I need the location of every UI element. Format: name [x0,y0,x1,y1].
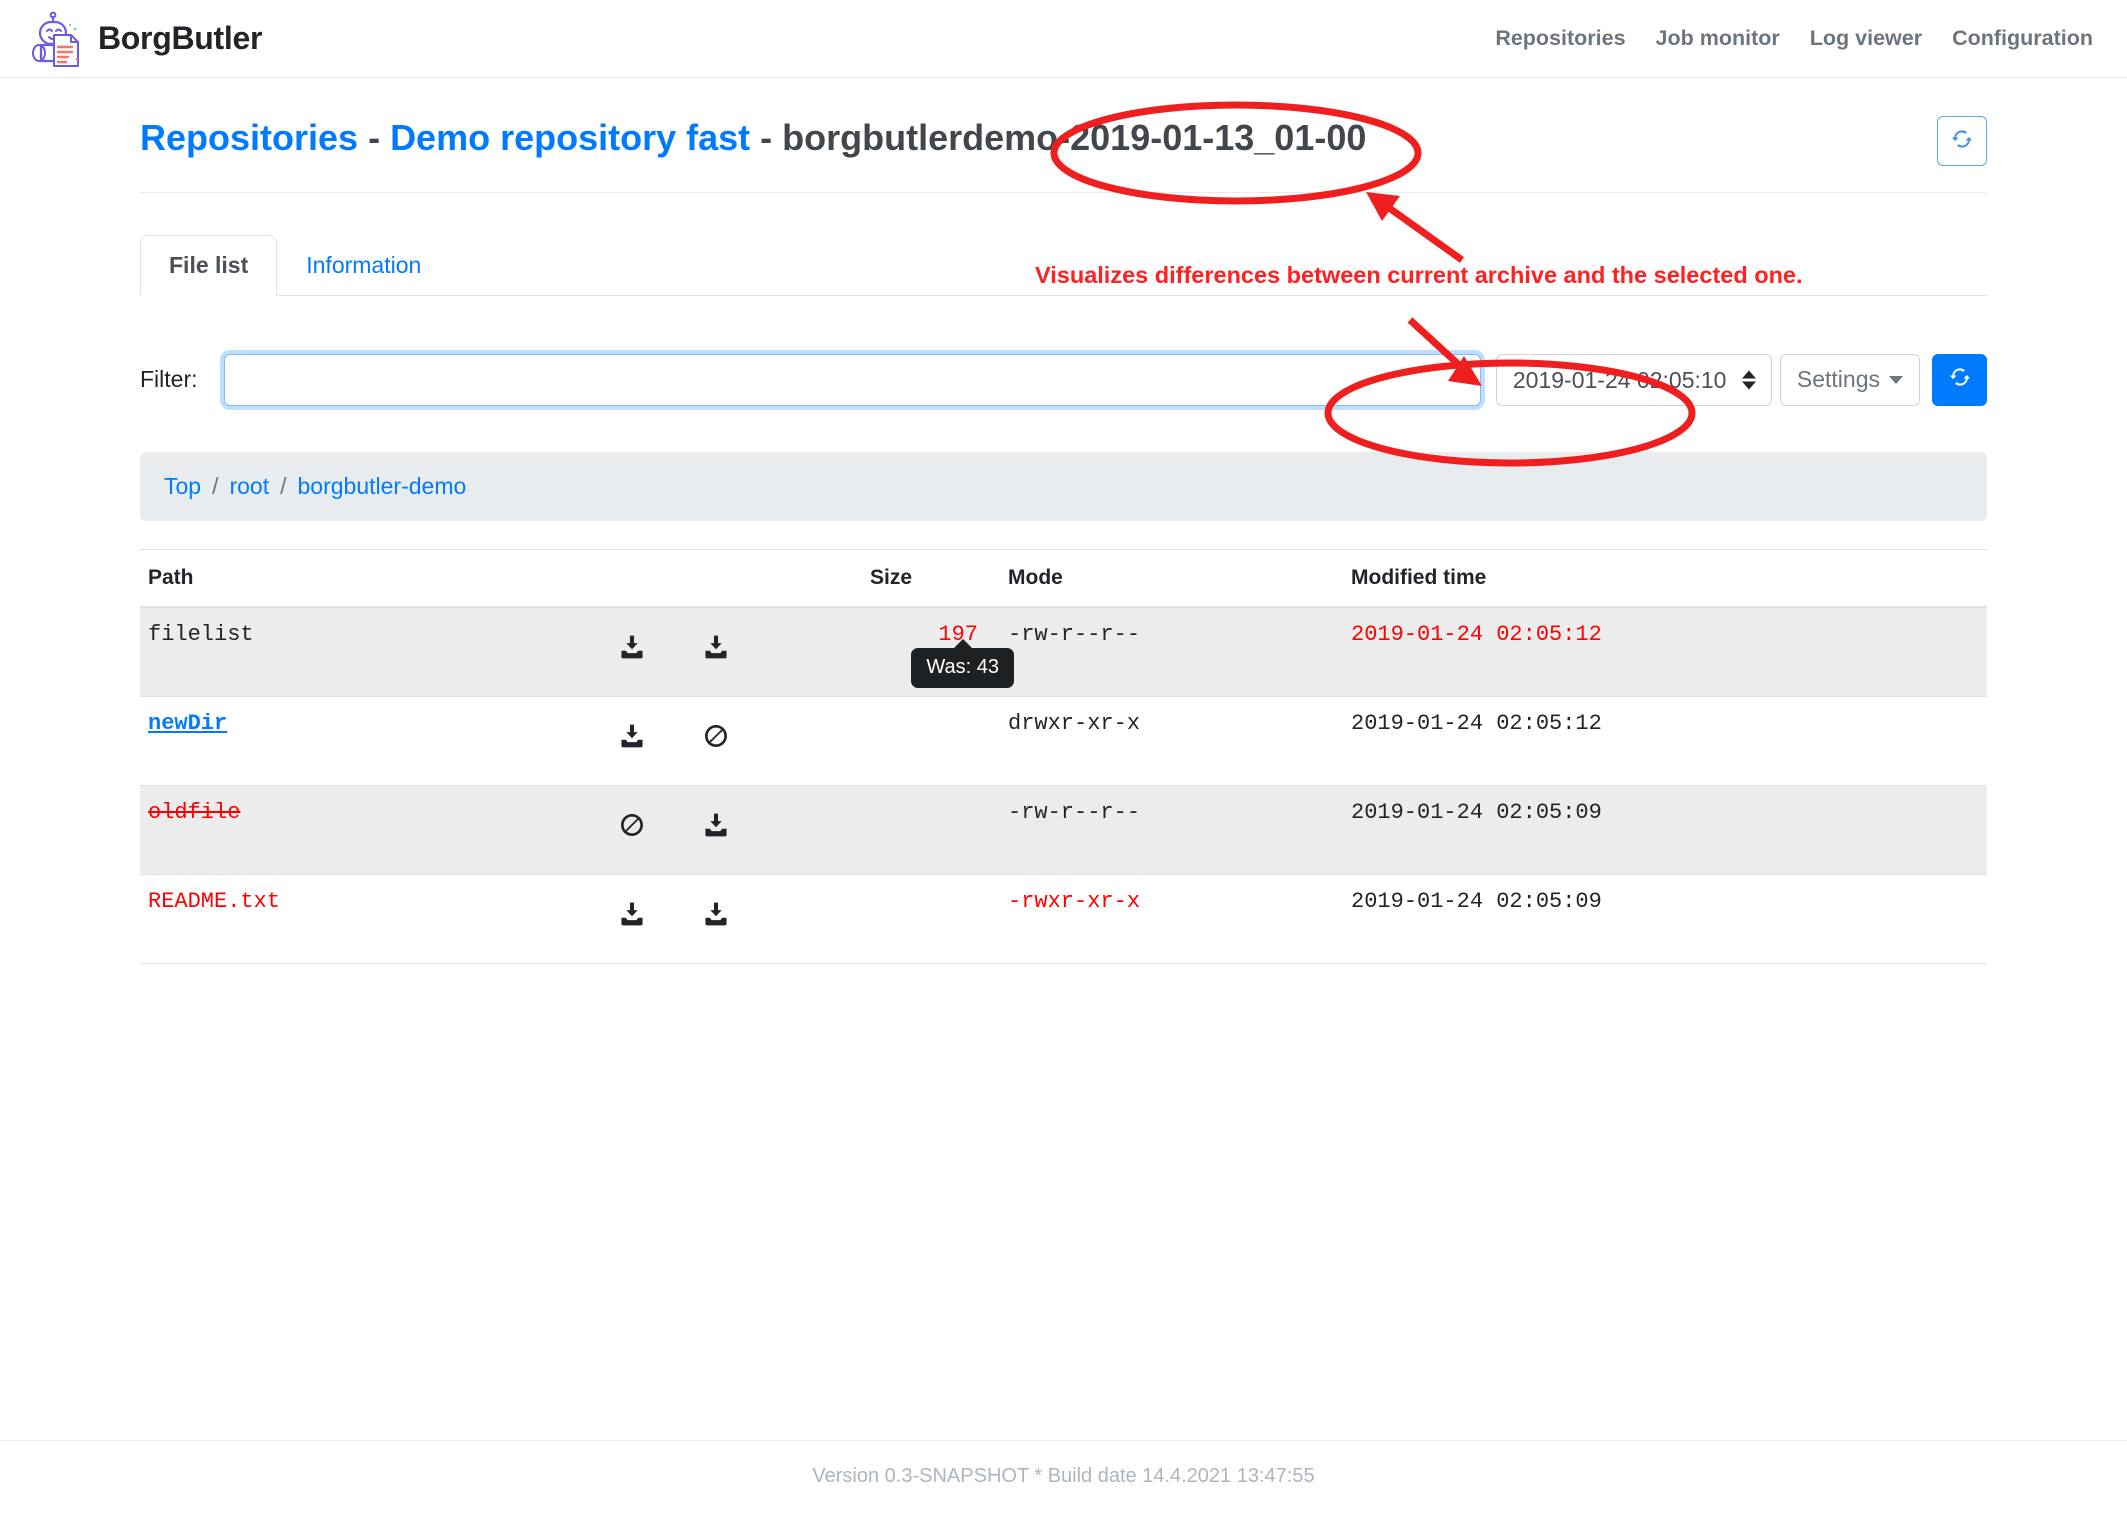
cell-path: README.txt [140,874,490,964]
breadcrumb-separator: / [212,472,219,499]
file-modified-time: 2019-01-24 02:05:12 [1351,710,1602,736]
cell-modified-time: 2019-01-24 02:05:12 [1343,696,1987,786]
nav-item-job-monitor[interactable]: Job monitor [1656,26,1780,51]
file-name: README.txt [148,888,281,914]
settings-dropdown-button[interactable]: Settings [1779,353,1920,406]
cell-modified-time: 2019-01-24 02:05:12 [1343,606,1987,697]
caret-down-icon [1889,375,1903,384]
settings-label: Settings [1796,366,1880,393]
ban-icon [619,812,645,838]
footer-version-text: Version 0.3-SNAPSHOT * Build date 14.4.2… [812,1465,1315,1487]
directory-link[interactable]: newDir [148,711,227,736]
nav-item-configuration[interactable]: Configuration [1952,26,2093,51]
page-footer: Version 0.3-SNAPSHOT * Build date 14.4.2… [0,1440,2127,1512]
ban-icon [703,723,729,749]
nav-item-repositories[interactable]: Repositories [1495,26,1625,51]
breadcrumb-link-repositories[interactable]: Repositories [140,117,358,158]
file-modified-time: 2019-01-24 02:05:09 [1351,799,1602,825]
tab-information[interactable]: Information [277,235,450,296]
cell-path: newDir [140,696,490,786]
cell-size [862,874,1000,964]
download-icon[interactable] [619,901,645,927]
table-row: newDir drwxr-xr-x 2019-01-24 02:05:12 [140,696,1987,786]
column-header-mode: Mode [1000,548,1343,608]
breadcrumb-separator: / [280,472,287,499]
file-mode: -rw-r--r-- [1008,621,1141,647]
breadcrumb-item-top[interactable]: Top [164,473,201,500]
column-header-size: Size [862,548,1000,608]
column-header-modified-time: Modified time [1343,548,1987,608]
filter-toolbar: Filter: 2019-01-24 02:05:10 Settings [140,353,1987,406]
cell-mode: drwxr-xr-x [1000,696,1343,786]
page-header: Repositories - Demo repository fast - bo… [140,78,1987,193]
download-icon[interactable] [703,812,729,838]
table-row: README.txt -rwxr-xr-x 2019-01-24 02:05:0… [140,874,1987,964]
arrow-up-head [1366,192,1400,221]
cell-size [862,785,1000,875]
download-icon[interactable] [619,634,645,660]
breadcrumb-link-repository[interactable]: Demo repository fast [390,117,750,158]
path-breadcrumb: Top / root / borgbutler-demo [140,451,1987,521]
table-header: Path Size Mode Modified time [140,548,1987,608]
brand[interactable]: BorgButler [30,11,262,67]
brand-name: BorgButler [98,20,263,56]
cell-actions [490,785,862,875]
nav-item-log-viewer[interactable]: Log viewer [1810,26,1922,51]
download-icon[interactable] [703,634,729,660]
file-name: filelist [148,621,254,647]
cell-size: 197 Was: 43 [862,606,1014,697]
cell-path: oldfile [140,785,490,875]
top-navbar: BorgButler Repositories Job monitor Log … [0,0,2127,78]
archive-select[interactable]: 2019-01-24 02:05:10 [1495,353,1772,406]
file-list-table: Path Size Mode Modified time filelist 19… [140,548,1987,964]
table-row: oldfile -rw-r--r-- 2019-01-24 02:05:09 [140,785,1987,875]
filter-refresh-button[interactable] [1932,353,1987,406]
file-mode: -rw-r--r-- [1008,799,1141,825]
download-icon[interactable] [619,723,645,749]
breadcrumb-item-root[interactable]: root [229,473,269,500]
refresh-icon [1949,366,1971,393]
nav-links: Repositories Job monitor Log viewer Conf… [1495,26,2101,51]
table-header-row: Path Size Mode Modified time [140,548,1987,608]
cell-modified-time: 2019-01-24 02:05:09 [1343,874,1987,964]
title-separator-1: - [358,117,391,158]
column-header-actions [490,548,862,608]
tab-file-list[interactable]: File list [140,235,278,296]
cell-mode: -rw-r--r-- [1000,606,1343,697]
size-tooltip: Was: 43 [911,638,1014,688]
cell-actions [490,696,862,786]
filter-label: Filter: [140,366,198,393]
refresh-icon [1951,128,1973,155]
page-title-archive-name: borgbutlerdemo-2019-01-13_01-00 [782,117,1367,158]
cell-mode: -rwxr-xr-x [1000,874,1343,964]
tab-bar: File list Information [140,235,1987,296]
table-row: filelist 197 Was: 43 -rw-r--r-- 2019-01-… [140,606,1987,697]
breadcrumb-item-borgbutler-demo[interactable]: borgbutler-demo [298,473,467,500]
file-modified-time: 2019-01-24 02:05:09 [1351,888,1602,914]
cell-modified-time: 2019-01-24 02:05:09 [1343,785,1987,875]
file-mode: -rwxr-xr-x [1008,888,1141,914]
cell-path: filelist [140,606,490,697]
download-icon[interactable] [703,901,729,927]
page-title: Repositories - Demo repository fast - bo… [140,116,1366,159]
filter-input[interactable] [224,353,1481,406]
cell-size [862,696,1000,786]
file-name: oldfile [148,799,241,825]
file-mode: drwxr-xr-x [1008,710,1141,736]
butler-robot-logo-icon [30,11,82,67]
page-refresh-button[interactable] [1937,116,1987,166]
cell-actions [490,874,862,964]
table-body: filelist 197 Was: 43 -rw-r--r-- 2019-01-… [140,606,1987,964]
cell-mode: -rw-r--r-- [1000,785,1343,875]
cell-actions [490,606,862,697]
column-header-path: Path [140,548,490,608]
file-modified-time: 2019-01-24 02:05:12 [1351,621,1602,647]
title-separator-2: - [750,117,783,158]
archive-select-wrapper: 2019-01-24 02:05:10 [1495,353,1772,406]
